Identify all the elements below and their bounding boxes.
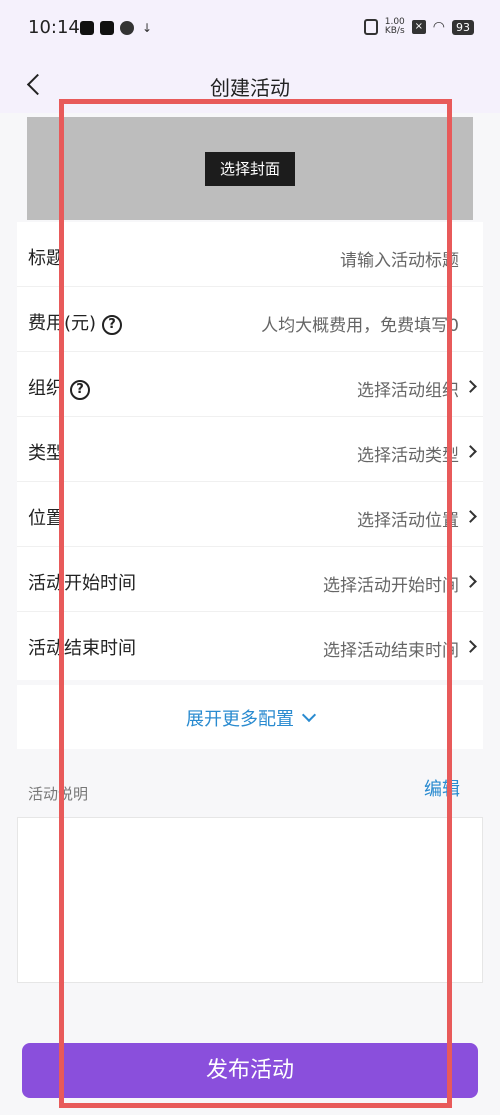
download-icon: ↓ (141, 21, 153, 35)
wifi-icon: ◠ (432, 19, 445, 35)
form-row-fee[interactable]: 费用(元)? 人均大概费用，免费填写0 (17, 287, 483, 352)
organization-select[interactable]: 选择活动组织 (357, 376, 459, 401)
location-select[interactable]: 选择活动位置 (357, 506, 459, 531)
form-row-location[interactable]: 位置 选择活动位置 (17, 482, 483, 547)
form-row-start-time[interactable]: 活动开始时间 选择活动开始时间 (17, 547, 483, 612)
status-bar: 10:14 ↓ 1.00 KB/s × ◠ 93 (0, 0, 500, 58)
description-label: 活动说明 (28, 785, 89, 803)
app-notification-icon (80, 21, 94, 35)
fee-label: 费用(元)? (28, 309, 123, 335)
title-label: 标题 (28, 248, 64, 269)
battery-icon: 93 (452, 19, 474, 35)
type-label: 类型 (28, 443, 64, 464)
description-textarea[interactable] (17, 817, 483, 983)
status-app-icons: ↓ (80, 21, 154, 35)
organization-label-text: 组织 (28, 378, 64, 399)
no-sim-icon: × (411, 20, 426, 34)
expand-more-config-button[interactable]: 展开更多配置 (17, 685, 483, 749)
title-input[interactable]: 请输入活动标题 (340, 246, 459, 271)
form-row-organization[interactable]: 组织? 选择活动组织 (17, 352, 483, 417)
fee-label-text: 费用(元) (28, 313, 97, 334)
end-time-label: 活动结束时间 (28, 638, 136, 659)
chevron-right-icon (464, 640, 477, 653)
form-row-end-time[interactable]: 活动结束时间 选择活动结束时间 (17, 612, 483, 677)
publish-button[interactable]: 发布活动 (22, 1043, 478, 1098)
expand-label: 展开更多配置 (186, 709, 294, 730)
expand-more-config: 展开更多配置 (17, 705, 483, 731)
network-speed: 1.00 KB/s (384, 17, 405, 36)
activity-form: 标题 请输入活动标题 费用(元)? 人均大概费用，免费填写0 组织? 选择活动组… (17, 222, 483, 680)
location-label: 位置 (28, 508, 64, 529)
help-icon[interactable]: ? (70, 380, 90, 400)
description-edit-button[interactable]: 编辑 (424, 775, 460, 801)
help-icon[interactable]: ? (102, 315, 123, 335)
start-time-label: 活动开始时间 (28, 573, 136, 594)
organization-label: 组织? (28, 374, 90, 400)
status-time: 10:14 (28, 17, 80, 38)
app-notification-icon (120, 21, 134, 35)
vibrate-icon (363, 19, 378, 35)
page-title: 创建活动 (210, 76, 290, 100)
status-right: 1.00 KB/s × ◠ 93 (363, 17, 474, 36)
form-row-title[interactable]: 标题 请输入活动标题 (17, 222, 483, 287)
chevron-right-icon (464, 445, 477, 458)
fee-input[interactable]: 人均大概费用，免费填写0 (261, 311, 459, 336)
chevron-right-icon (464, 380, 477, 393)
chevron-right-icon (464, 510, 477, 523)
nav-bar: 创建活动 (0, 58, 500, 113)
form-row-type[interactable]: 类型 选择活动类型 (17, 417, 483, 482)
chevron-right-icon (464, 575, 477, 588)
tiktok-icon (100, 21, 114, 35)
end-time-select[interactable]: 选择活动结束时间 (323, 636, 459, 661)
start-time-select[interactable]: 选择活动开始时间 (323, 571, 459, 596)
type-select[interactable]: 选择活动类型 (357, 441, 459, 466)
chevron-down-icon (301, 707, 317, 723)
select-cover-button[interactable]: 选择封面 (205, 152, 295, 186)
